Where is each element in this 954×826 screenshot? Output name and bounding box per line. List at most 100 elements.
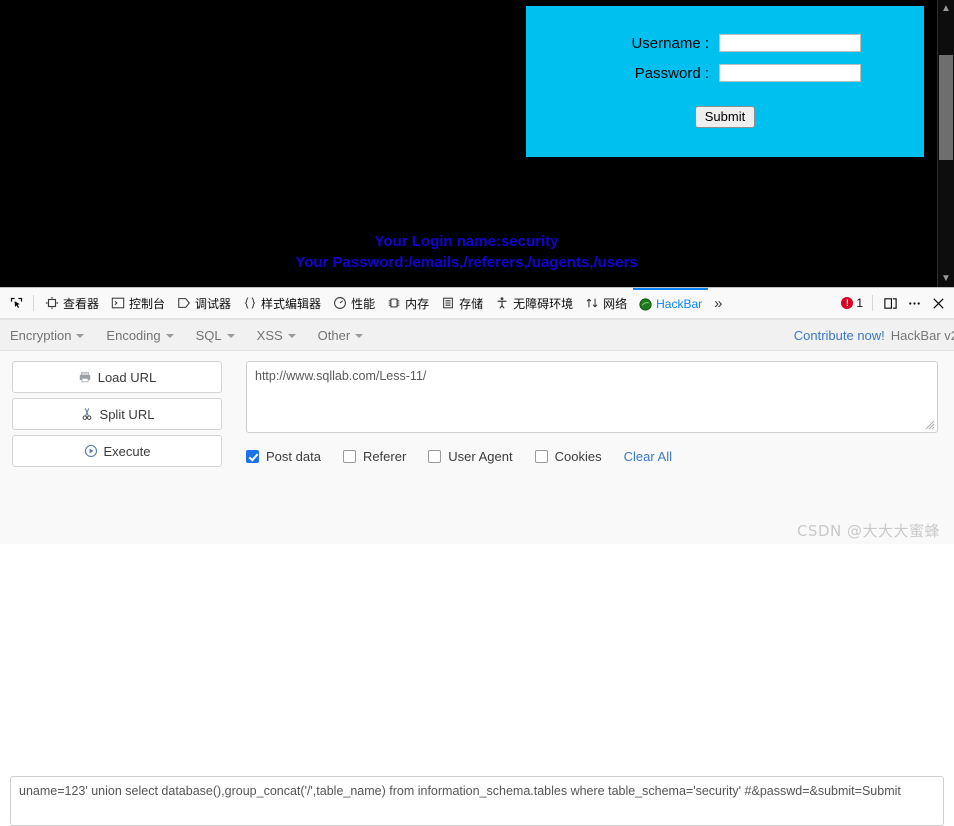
menu-sql[interactable]: SQL xyxy=(196,328,235,343)
url-input[interactable]: http://www.sqllab.com/Less-11/ xyxy=(246,361,938,433)
devtools-toolbar: 查看器 控制台 调试器 样式编辑器 性能 内存 存储 无障碍环境 网络 Hack… xyxy=(0,288,954,319)
contribute-link[interactable]: Contribute now! xyxy=(794,328,885,343)
network-icon xyxy=(585,296,599,310)
tab-console-label: 控制台 xyxy=(129,296,166,311)
scroll-up-arrow[interactable]: ▲ xyxy=(938,0,954,17)
submit-row: Submit xyxy=(526,106,924,128)
devtools-panel: 查看器 控制台 调试器 样式编辑器 性能 内存 存储 无障碍环境 网络 Hack… xyxy=(0,287,954,826)
split-url-button[interactable]: Split URL xyxy=(12,398,222,430)
performance-icon xyxy=(333,296,347,310)
post-data-value: uname=123' union select database(),group… xyxy=(19,784,901,798)
referer-checkbox[interactable] xyxy=(342,450,356,463)
scroll-down-arrow[interactable]: ▼ xyxy=(938,270,954,287)
clear-all-link[interactable]: Clear All xyxy=(624,449,672,464)
toolbar-divider xyxy=(33,295,34,311)
option-referer[interactable]: Referer xyxy=(342,449,406,464)
user-agent-checkbox[interactable] xyxy=(428,450,442,463)
tab-hackbar[interactable]: HackBar xyxy=(633,288,709,318)
chevron-down-icon xyxy=(355,334,364,339)
execute-label: Execute xyxy=(103,443,151,459)
dock-panel-icon[interactable] xyxy=(878,291,902,315)
option-post-data[interactable]: Post data xyxy=(246,449,321,464)
chevron-down-icon xyxy=(76,334,85,339)
scrollbar-thumb[interactable] xyxy=(939,55,953,160)
error-count-label: 1 xyxy=(856,296,863,310)
tab-accessibility-label: 无障碍环境 xyxy=(513,296,574,311)
resize-grip-icon[interactable] xyxy=(923,418,935,430)
inspector-icon xyxy=(45,296,59,310)
toolbar-divider-2 xyxy=(872,295,873,311)
menu-encryption[interactable]: Encryption xyxy=(10,328,85,343)
option-user-agent[interactable]: User Agent xyxy=(428,449,513,464)
page-scrollbar[interactable]: ▲ ▼ xyxy=(937,0,954,287)
password-label: Password : xyxy=(634,64,709,82)
accessibility-icon xyxy=(495,296,509,310)
memory-icon xyxy=(387,296,401,310)
tab-storage-label: 存储 xyxy=(459,296,484,311)
hackbar-inputs: http://www.sqllab.com/Less-11/ Post data… xyxy=(246,361,938,472)
sqli-result: Your Login name:security Your Password:/… xyxy=(0,231,933,273)
storage-icon xyxy=(441,296,455,310)
chevron-down-icon xyxy=(287,334,296,339)
close-icon[interactable] xyxy=(926,291,950,315)
tab-performance[interactable]: 性能 xyxy=(327,289,381,318)
menu-sql-label: SQL xyxy=(195,327,222,343)
hackbar-menubar-right: Contribute now! HackBar v2 xyxy=(794,320,954,350)
post-data-checkbox[interactable] xyxy=(246,450,259,463)
chevron-down-icon xyxy=(165,334,174,339)
login-form: Username : Password : Submit xyxy=(526,6,924,157)
tab-network-label: 网络 xyxy=(603,296,628,311)
error-count-badge[interactable]: ! 1 xyxy=(837,296,867,310)
tab-network[interactable]: 网络 xyxy=(579,289,633,318)
menu-encoding[interactable]: Encoding xyxy=(106,328,174,343)
style-editor-icon xyxy=(243,296,257,310)
menu-xss[interactable]: XSS xyxy=(257,328,296,343)
username-row: Username : xyxy=(526,34,924,52)
tab-debugger-label: 调试器 xyxy=(195,296,232,311)
split-url-label: Split URL xyxy=(99,406,155,422)
chevron-double-right-icon: » xyxy=(714,294,723,312)
tab-memory-label: 内存 xyxy=(405,296,430,311)
tab-storage[interactable]: 存储 xyxy=(435,289,489,318)
chevron-down-icon xyxy=(226,334,235,339)
tabs-overflow-button[interactable]: » xyxy=(708,289,728,318)
tab-accessibility[interactable]: 无障碍环境 xyxy=(489,289,579,318)
menu-other[interactable]: Other xyxy=(318,328,364,343)
screenshot-root: Username : Password : Submit Your Login … xyxy=(0,0,954,826)
element-picker-icon[interactable] xyxy=(4,291,28,315)
menu-xss-label: XSS xyxy=(256,327,283,343)
tab-style-editor-label: 样式编辑器 xyxy=(261,296,322,311)
tab-style-editor[interactable]: 样式编辑器 xyxy=(237,289,327,318)
username-label: Username : xyxy=(631,34,709,52)
cookies-label: Cookies xyxy=(554,449,602,464)
hackbar-icon xyxy=(639,297,652,311)
password-input[interactable] xyxy=(719,64,861,82)
debugger-icon xyxy=(177,296,191,310)
load-url-icon xyxy=(78,371,92,384)
login-name-line: Your Login name:security xyxy=(374,233,559,250)
hackbar-menubar: Encryption Encoding SQL XSS Other Contri… xyxy=(0,319,954,351)
submit-button[interactable]: Submit xyxy=(694,106,756,128)
tab-inspector-label: 查看器 xyxy=(63,296,100,311)
tab-inspector[interactable]: 查看器 xyxy=(39,289,105,318)
load-url-button[interactable]: Load URL xyxy=(12,361,222,393)
csdn-watermark: CSDN @大大大蜜蜂 xyxy=(796,522,940,540)
menu-other-label: Other xyxy=(317,327,351,343)
tab-performance-label: 性能 xyxy=(351,296,376,311)
more-options-icon[interactable] xyxy=(902,291,926,315)
request-options: Post data Referer User Agent Cookies Cle… xyxy=(246,449,938,464)
username-input[interactable] xyxy=(719,34,861,52)
tab-hackbar-label: HackBar xyxy=(656,297,703,311)
tab-debugger[interactable]: 调试器 xyxy=(171,289,237,318)
password-line: Your Password:/emails,/referers,/uagents… xyxy=(295,254,638,271)
load-url-label: Load URL xyxy=(97,369,157,385)
post-data-input[interactable]: uname=123' union select database(),group… xyxy=(10,776,944,826)
cookies-checkbox[interactable] xyxy=(534,450,548,463)
console-icon xyxy=(111,296,125,310)
option-cookies[interactable]: Cookies xyxy=(534,449,602,464)
hackbar-action-buttons: Load URL Split URL Execute xyxy=(12,361,222,472)
tab-memory[interactable]: 内存 xyxy=(381,289,435,318)
execute-play-icon xyxy=(84,444,98,458)
tab-console[interactable]: 控制台 xyxy=(105,289,171,318)
execute-button[interactable]: Execute xyxy=(12,435,222,467)
